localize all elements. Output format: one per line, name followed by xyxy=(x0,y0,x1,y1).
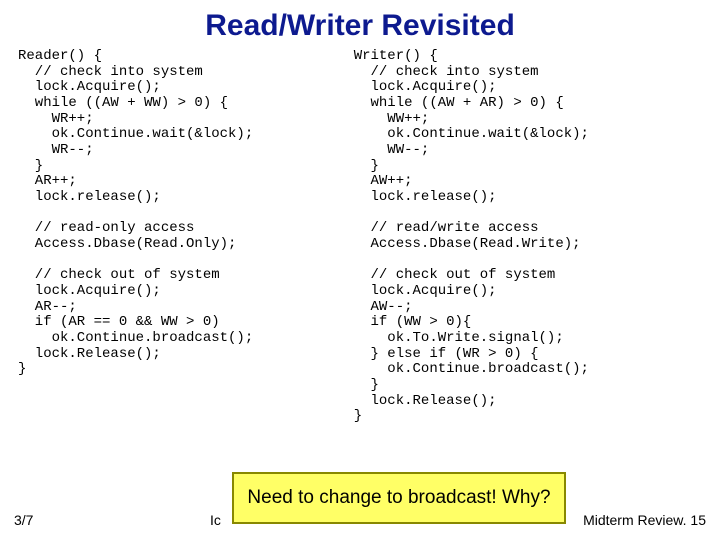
footer-page: Midterm Review. 15 xyxy=(583,512,706,528)
writer-code-block: Writer() { // check into system lock.Acq… xyxy=(354,49,702,425)
callout-text: Need to change to broadcast! Why? xyxy=(247,487,550,509)
reader-code-block: Reader() { // check into system lock.Acq… xyxy=(18,49,350,425)
footer-date: 3/7 xyxy=(14,512,33,528)
slide-title: Read/Writer Revisited xyxy=(0,0,720,49)
code-columns: Reader() { // check into system lock.Acq… xyxy=(0,49,720,425)
footer-mid-fragment: Ic xyxy=(210,512,221,528)
highlight-callout: Need to change to broadcast! Why? xyxy=(232,472,566,524)
